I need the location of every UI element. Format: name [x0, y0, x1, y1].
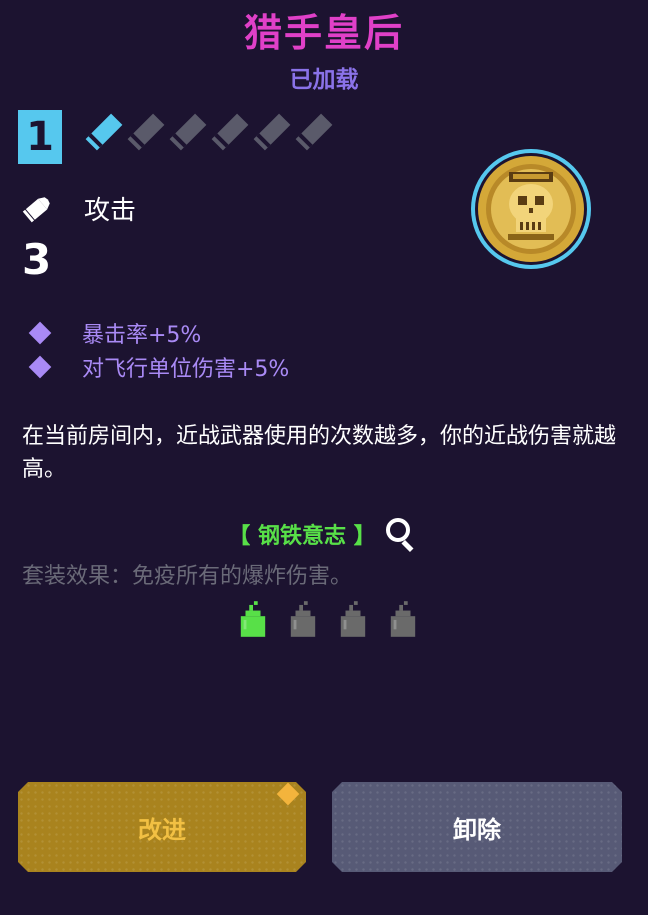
upgrade-pip-filled-icon [85, 113, 123, 151]
bonus-text: 对飞行单位伤害+5% [82, 357, 290, 382]
set-effect: 套装效果：免疫所有的爆炸伤害。 [22, 564, 353, 589]
loaded-status: 已加载 [289, 67, 359, 93]
set-title-row: 【 钢铁意志 】 [0, 516, 648, 552]
set-piece-collected-icon [240, 601, 266, 637]
upgrade-button[interactable]: 改进 [18, 782, 306, 872]
level-badge: 1 [18, 110, 62, 164]
weapon-name: 猎手皇后 [243, 11, 404, 55]
upgrade-pip-empty-icon [211, 113, 249, 151]
diamond-icon [28, 321, 52, 345]
bullet-icon [22, 197, 50, 223]
diamond-icon [28, 355, 52, 379]
set-pieces [238, 598, 418, 642]
weapon-description: 在当前房间内，近战武器使用的次数越多，你的近战伤害就越高。 [22, 424, 617, 482]
upgrade-pip-empty-icon [169, 113, 207, 151]
set-piece-missing-icon [340, 601, 366, 637]
upgrade-pip-empty-icon [253, 113, 291, 151]
upgrade-label: 改进 [138, 815, 186, 844]
damage-value: 3 [22, 235, 52, 284]
golden-skull-medallion-icon [471, 149, 591, 269]
set-title: 【 钢铁意志 】 [228, 524, 376, 549]
attack-label: 攻击 [84, 196, 137, 226]
magnifier-icon[interactable] [384, 516, 420, 552]
bonus-crit-rate: 暴击率+5% [26, 318, 201, 348]
bonus-text: 暴击率+5% [82, 323, 202, 348]
bonus-flying-damage: 对飞行单位伤害+5% [26, 352, 289, 382]
set-piece-missing-icon [390, 601, 416, 637]
set-piece-missing-icon [290, 601, 316, 637]
upgrade-pip-empty-icon [295, 113, 333, 151]
unequip-button[interactable]: 卸除 [332, 782, 622, 872]
unequip-label: 卸除 [453, 815, 501, 844]
upgrade-pip-empty-icon [127, 113, 165, 151]
